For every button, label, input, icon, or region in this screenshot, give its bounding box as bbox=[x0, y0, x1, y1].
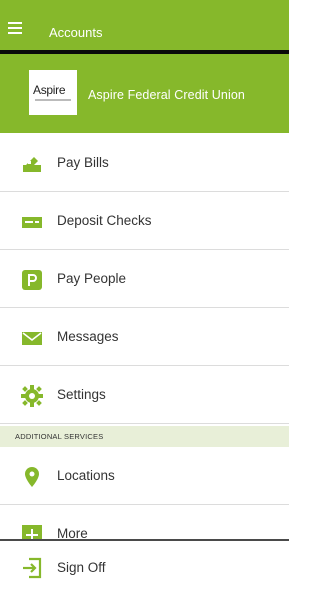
menu-item-label: Deposit Checks bbox=[57, 213, 152, 228]
app-bar: Accounts bbox=[0, 0, 289, 50]
section-heading: ADDITIONAL SERVICES bbox=[15, 432, 104, 441]
logo-tagline-mark bbox=[35, 99, 71, 101]
menu-item-messages[interactable]: Messages bbox=[0, 309, 289, 366]
navigation-drawer: Accounts Aspire Aspire Federal Credit Un… bbox=[0, 0, 289, 589]
menu-item-settings[interactable]: Settings bbox=[0, 367, 289, 424]
institution-header: Aspire Aspire Federal Credit Union bbox=[0, 54, 289, 133]
menu-item-pay-people[interactable]: Pay People bbox=[0, 251, 289, 308]
menu-item-label: Messages bbox=[57, 329, 119, 344]
menu-item-locations[interactable]: Locations bbox=[0, 448, 289, 505]
logo-text: Aspire bbox=[33, 83, 66, 97]
menu-item-label: Locations bbox=[57, 468, 115, 483]
menu-item-pay-bills[interactable]: Pay Bills bbox=[0, 135, 289, 192]
pay-people-icon bbox=[22, 270, 42, 290]
menu-item-label: Pay People bbox=[57, 271, 127, 286]
additional-services-header: ADDITIONAL SERVICES bbox=[0, 426, 289, 447]
sign-off-button[interactable]: Sign Off bbox=[0, 539, 289, 589]
app-bar-title: Accounts bbox=[49, 25, 103, 40]
menu-item-deposit-checks[interactable]: Deposit Checks bbox=[0, 193, 289, 250]
location-pin-icon bbox=[25, 467, 39, 487]
hamburger-menu-icon[interactable] bbox=[8, 22, 22, 36]
gear-icon bbox=[21, 385, 43, 407]
menu-item-label: Pay Bills bbox=[57, 155, 109, 170]
deposit-checks-icon bbox=[22, 217, 42, 228]
institution-logo: Aspire bbox=[29, 70, 77, 115]
menu-item-label: Settings bbox=[57, 387, 106, 402]
envelope-icon bbox=[22, 332, 42, 345]
sign-off-icon bbox=[23, 557, 42, 579]
institution-name: Aspire Federal Credit Union bbox=[88, 88, 245, 102]
sign-off-label: Sign Off bbox=[57, 560, 106, 575]
pay-bills-icon bbox=[23, 157, 41, 172]
